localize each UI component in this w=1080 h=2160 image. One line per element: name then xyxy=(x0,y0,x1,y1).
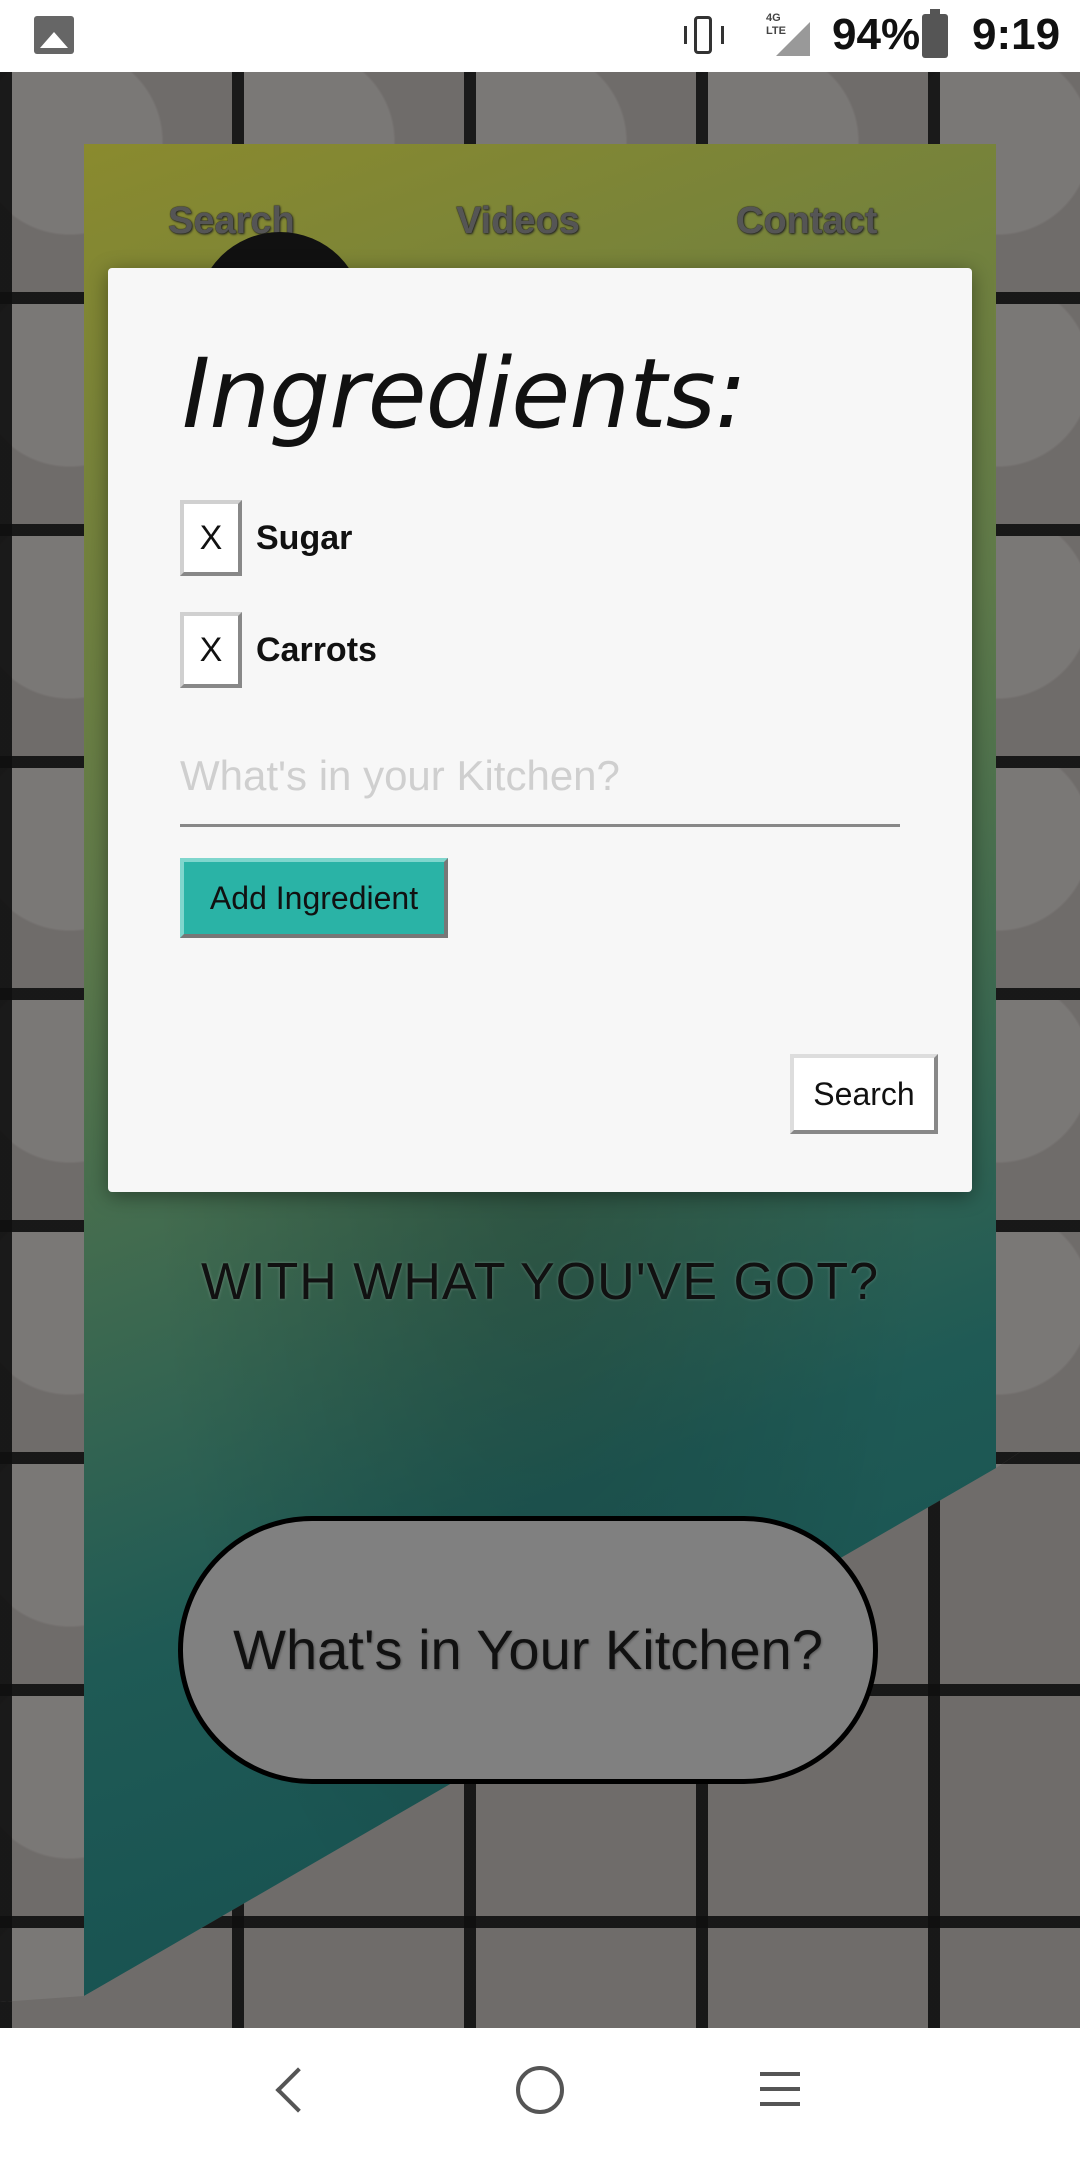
signal-icon: 4G LTE xyxy=(766,12,812,58)
hero-headline: WITH WHAT YOU'VE GOT? xyxy=(200,1253,880,1311)
battery-icon xyxy=(922,9,948,58)
menu-icon[interactable] xyxy=(760,2072,800,2106)
photo-icon xyxy=(34,16,74,54)
modal-title: Ingredients: xyxy=(182,338,747,450)
cta-label: What's in Your Kitchen? xyxy=(233,1618,823,1681)
ingredient-item: X Carrots xyxy=(180,610,377,690)
kitchen-cta-button[interactable]: What's in Your Kitchen? xyxy=(178,1516,878,1784)
back-icon[interactable] xyxy=(275,2067,321,2113)
nav-contact[interactable]: Contact xyxy=(736,200,877,243)
status-bar: 4G LTE 94% 9:19 xyxy=(0,0,1080,72)
home-icon[interactable] xyxy=(516,2066,564,2114)
nav-videos[interactable]: Videos xyxy=(456,200,580,243)
ingredients-modal: Ingredients: X Sugar X Carrots Add Ingre… xyxy=(108,268,972,1192)
ingredient-input[interactable] xyxy=(180,728,900,827)
clock: 9:19 xyxy=(972,10,1061,59)
remove-ingredient-button[interactable]: X xyxy=(180,500,242,576)
ingredient-name: Carrots xyxy=(256,630,377,669)
top-nav: Search Videos Contact xyxy=(84,200,996,260)
remove-ingredient-button[interactable]: X xyxy=(180,612,242,688)
search-button[interactable]: Search xyxy=(790,1054,938,1134)
battery-percent: 94% xyxy=(832,10,921,59)
add-ingredient-button[interactable]: Add Ingredient xyxy=(180,858,448,938)
ingredient-item: X Sugar xyxy=(180,498,352,578)
ingredient-name: Sugar xyxy=(256,518,353,557)
system-nav-bar xyxy=(0,2028,1080,2160)
vibrate-icon xyxy=(682,14,726,58)
